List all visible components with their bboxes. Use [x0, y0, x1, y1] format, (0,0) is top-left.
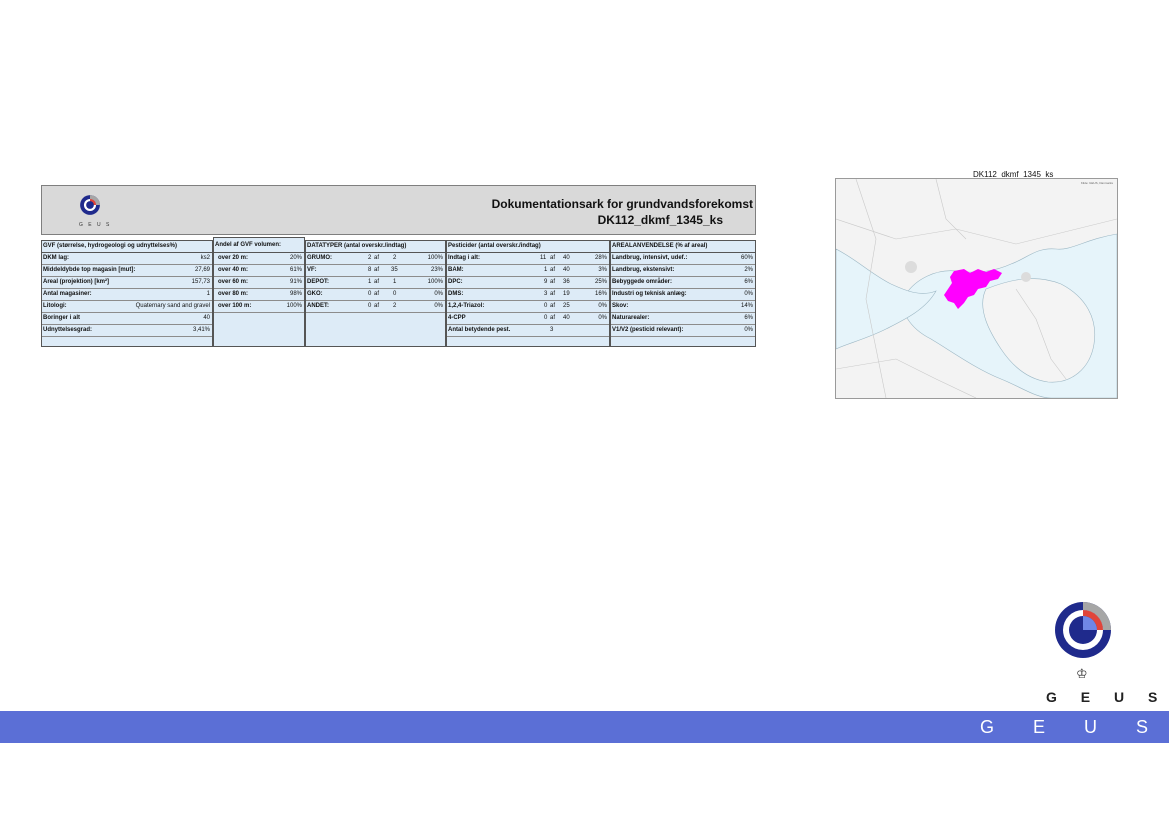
table-row: Antal betydende pest. 3 — [447, 325, 609, 337]
sheet-logo-wordmark: G E U S — [79, 222, 112, 228]
table-row: Boringer i alt 40 — [42, 313, 212, 325]
table-row: over 80 m: 98% — [214, 289, 304, 301]
table-row: DKM lag: ks2 — [42, 253, 212, 265]
table-row: GRUMO: 2 af 2 100% — [306, 253, 445, 265]
table-row: over 20 m: 20% — [214, 253, 304, 265]
table-row: Litologi: Quaternary sand and gravel — [42, 301, 212, 313]
geus-logo-icon — [1055, 602, 1111, 658]
geus-wordmark: G E U S — [1046, 689, 1168, 705]
table-row: 1,2,4-Triazol: 0 af 25 0% — [447, 301, 609, 313]
table-row: 4-CPP 0 af 40 0% — [447, 313, 609, 325]
volume-header: Andel af GVF volumen: — [214, 238, 304, 253]
table-row: GKO: 0 af 0 0% — [306, 289, 445, 301]
table-row: Naturarealer: 6% — [611, 313, 755, 325]
table-row: Antal magasiner: 1 — [42, 289, 212, 301]
table-row: V1/V2 (pesticid relevant): 0% — [611, 325, 755, 337]
geus-logo-icon — [80, 195, 100, 215]
table-row: DEPOT: 1 af 1 100% — [306, 277, 445, 289]
pesticider-column: Pesticider (antal overskr./indtag) Indta… — [446, 240, 610, 347]
table-row: Udnyttelsesgrad: 3,41% — [42, 325, 212, 337]
table-row: DPC: 9 af 36 25% — [447, 277, 609, 289]
table-row: BAM: 1 af 40 3% — [447, 265, 609, 277]
table-row: Areal (projektion) [km²] 157,73 — [42, 277, 212, 289]
datatyper-column: DATATYPER (antal overskr./indtag) GRUMO:… — [305, 240, 446, 347]
gvf-column: GVF (størrelse, hydrogeologi og udnyttel… — [41, 240, 213, 347]
map-credit: Kilde: GEUS, Danmarks — [1080, 181, 1113, 185]
title-line-1: Dokumentationsark for grundvandsforekoms… — [491, 197, 753, 211]
table-row: Middeldybde top magasin [mut]: 27,69 — [42, 265, 212, 277]
crown-icon: ♔ — [1076, 666, 1088, 681]
table-row: Indtag i alt: 11 af 40 28% — [447, 253, 609, 265]
sheet-header: G E U S Dokumentationsark for grundvands… — [41, 185, 756, 235]
table-row: Skov: 14% — [611, 301, 755, 313]
map-thumbnail: Kilde: GEUS, Danmarks — [835, 178, 1118, 399]
table-row: over 60 m: 91% — [214, 277, 304, 289]
gvf-header: GVF (størrelse, hydrogeologi og udnyttel… — [42, 241, 212, 253]
arealanvendelse-column: AREALANVENDELSE (% af areal) Landbrug, i… — [610, 240, 756, 347]
table-row: VF: 8 af 35 23% — [306, 265, 445, 277]
table-row: over 100 m: 100% — [214, 301, 304, 313]
table-row: Bebyggede områder: 6% — [611, 277, 755, 289]
table-row: Landbrug, ekstensivt: 2% — [611, 265, 755, 277]
map-image — [836, 179, 1117, 398]
documentation-sheet: G E U S Dokumentationsark for grundvands… — [41, 185, 756, 348]
footer-wordmark: G E U S — [980, 717, 1166, 737]
table-row: Industri og teknisk anlæg: 0% — [611, 289, 755, 301]
title-line-2: DK112_dkmf_1345_ks — [597, 213, 723, 227]
sheet-title: Dokumentationsark for grundvandsforekoms… — [492, 196, 753, 228]
table-row: over 40 m: 61% — [214, 265, 304, 277]
table-row: DMS: 3 af 19 16% — [447, 289, 609, 301]
arealanvendelse-header: AREALANVENDELSE (% af areal) — [611, 241, 755, 253]
datatyper-header: DATATYPER (antal overskr./indtag) — [306, 241, 445, 253]
table-row: ANDET: 0 af 2 0% — [306, 301, 445, 313]
table-row: Landbrug, intensivt, udef.: 60% — [611, 253, 755, 265]
volume-column: Andel af GVF volumen: over 20 m: 20% over… — [213, 237, 305, 347]
pesticider-header: Pesticider (antal overskr./indtag) — [447, 241, 609, 253]
